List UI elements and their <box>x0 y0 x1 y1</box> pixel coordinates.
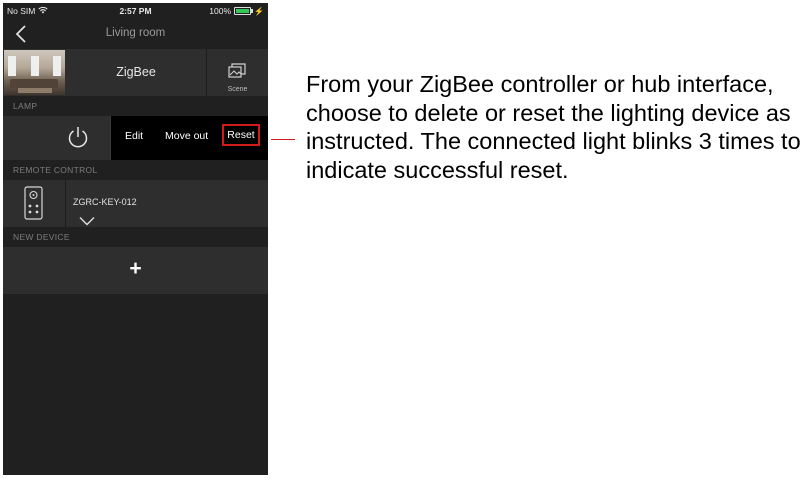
scene-label: Scene <box>227 86 248 93</box>
scene-button[interactable]: Scene <box>206 49 268 96</box>
chevron-down-icon <box>79 217 95 226</box>
callout-line <box>271 139 295 140</box>
expand-button[interactable] <box>79 213 95 231</box>
battery-icon <box>234 7 254 15</box>
room-thumbnail[interactable] <box>4 50 65 95</box>
remote-icon-cell <box>3 180 66 227</box>
instruction-text: From your ZigBee controller or hub inter… <box>306 71 801 183</box>
remote-control-icon <box>24 186 43 220</box>
section-label-remote-control: REMOTE CONTROL <box>3 160 268 180</box>
charging-icon: ⚡ <box>254 6 264 16</box>
section-label-lamp: LAMP <box>3 96 268 116</box>
remote-row[interactable]: ZGRC-KEY-012 <box>3 180 268 227</box>
plus-icon: + <box>129 257 142 280</box>
nav-bar: Living room <box>3 19 268 49</box>
nav-title: Living room <box>105 27 166 39</box>
lamp-row: Edit Move out Reset <box>3 116 268 160</box>
edit-button[interactable]: Edit <box>125 130 143 142</box>
move-out-button[interactable]: Move out <box>165 130 208 142</box>
lamp-swipe-actions: Edit Move out Reset <box>111 116 268 160</box>
scene-icon <box>228 63 246 78</box>
power-icon <box>68 127 88 148</box>
room-name: ZigBee <box>116 65 156 79</box>
reset-button[interactable]: Reset <box>222 124 260 146</box>
lamp-power-button[interactable] <box>3 116 111 160</box>
page: No SIM 2:57 PM 100% ⚡ Living room ZigBee… <box>0 0 808 478</box>
status-bar: No SIM 2:57 PM 100% ⚡ <box>3 3 268 19</box>
phone-screen: No SIM 2:57 PM 100% ⚡ Living room ZigBee… <box>3 3 268 475</box>
section-label-new-device: NEW DEVICE <box>3 227 268 247</box>
remote-name: ZGRC-KEY-012 <box>73 197 137 207</box>
add-device-button[interactable]: + <box>3 247 268 294</box>
battery-percent: 100% <box>209 6 232 16</box>
room-header: ZigBee Scene <box>3 49 268 96</box>
status-right: 100% ⚡ <box>209 6 264 16</box>
